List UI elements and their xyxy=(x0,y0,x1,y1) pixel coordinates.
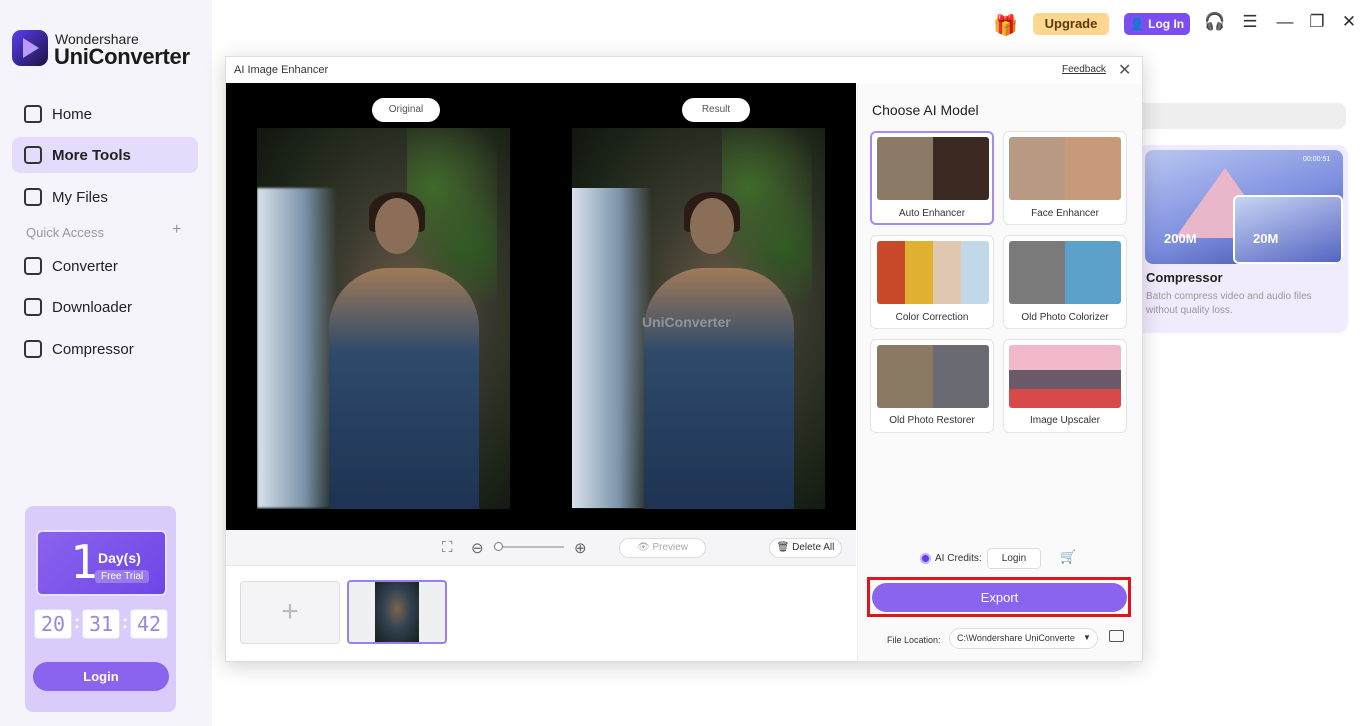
minimize-icon[interactable]: — xyxy=(1274,12,1296,32)
feedback-link[interactable]: Feedback xyxy=(1062,64,1106,75)
model-label: Old Photo Colorizer xyxy=(1021,312,1109,323)
restore-icon[interactable]: ❐ xyxy=(1306,12,1328,32)
zoom-slider[interactable] xyxy=(498,546,564,548)
eye-icon: 👁 xyxy=(636,542,650,553)
trial-seconds: 42 xyxy=(130,609,168,639)
file-location-select[interactable]: C:\Wondershare UniConverte xyxy=(949,628,1098,649)
file-icon xyxy=(24,188,42,206)
delete-all-label: Delete All xyxy=(792,542,835,553)
original-image xyxy=(257,128,510,509)
card-description: Batch compress video and audio files wit… xyxy=(1146,291,1312,316)
zoom-out-icon[interactable]: ⊖ xyxy=(471,539,484,557)
fit-screen-icon[interactable]: ⛶ xyxy=(442,539,453,556)
original-label: Original xyxy=(372,98,440,122)
viewer-toolbar xyxy=(226,530,856,566)
sidebar-item-label: Converter xyxy=(52,257,118,275)
close-window-icon[interactable]: ✕ xyxy=(1338,12,1360,32)
sidebar-item-label: Home xyxy=(52,105,93,123)
trial-minutes: 31 xyxy=(82,609,120,639)
folder-icon[interactable] xyxy=(1109,630,1124,642)
result-label: Result xyxy=(682,98,750,122)
sidebar-item-downloader[interactable]: Downloader xyxy=(12,289,198,325)
choose-model-heading: Choose AI Model xyxy=(872,102,979,118)
background-search-bar xyxy=(1140,103,1346,129)
converter-icon xyxy=(24,257,42,275)
sidebar-item-label: My Files xyxy=(52,188,108,206)
sidebar-item-my-files[interactable]: My Files xyxy=(12,179,198,215)
gift-icon[interactable]: 🎁 xyxy=(993,13,1018,38)
preview-button[interactable]: 👁 Preview xyxy=(619,538,706,558)
compressor-icon xyxy=(24,340,42,358)
model-label: Image Upscaler xyxy=(1029,415,1101,426)
model-label: Color Correction xyxy=(895,312,969,323)
model-label: Face Enhancer xyxy=(1031,208,1099,219)
auto-enhancer-thumbnail xyxy=(877,137,989,200)
card-duration: 00:00:51 xyxy=(1303,156,1331,163)
compressor-card-image xyxy=(1145,150,1343,264)
add-image-button[interactable]: + xyxy=(240,581,340,644)
old-photo-colorizer-thumbnail xyxy=(1009,241,1121,304)
time-separator: : xyxy=(122,612,128,632)
toolbox-icon xyxy=(24,146,42,164)
zoom-slider-handle[interactable] xyxy=(494,542,503,551)
trial-days-label: Day(s) xyxy=(98,550,141,566)
sidebar-item-compressor[interactable]: Compressor xyxy=(12,331,198,367)
export-button[interactable]: Export xyxy=(872,583,1127,612)
home-icon xyxy=(24,105,42,123)
file-location-label: File Location: xyxy=(887,635,941,645)
dialog-title: AI Image Enhancer xyxy=(234,64,329,76)
cart-icon[interactable]: 🛒 xyxy=(1060,549,1076,565)
sidebar-item-label: More Tools xyxy=(52,146,131,164)
sidebar-login-button[interactable]: Login xyxy=(33,662,169,691)
brand-name: UniConverter xyxy=(54,44,190,69)
model-label: Old Photo Restorer xyxy=(889,415,975,426)
model-label: Auto Enhancer xyxy=(898,208,966,219)
card-title: Compressor xyxy=(1146,270,1223,285)
trash-icon: 🗑 xyxy=(776,542,790,553)
sidebar-item-more-tools[interactable]: More Tools xyxy=(12,137,198,173)
headset-icon[interactable]: 🎧 xyxy=(1204,12,1226,32)
image-thumbnail[interactable] xyxy=(347,580,447,644)
face-enhancer-thumbnail xyxy=(1009,137,1121,200)
color-correction-thumbnail xyxy=(877,241,989,304)
sidebar-item-label: Compressor xyxy=(52,340,134,358)
card-from-size: 200M xyxy=(1164,231,1197,246)
sidebar-item-converter[interactable]: Converter xyxy=(12,248,198,284)
zoom-in-icon[interactable]: ⊕ xyxy=(574,539,587,557)
login-button-label: Log In xyxy=(1148,17,1185,31)
plus-icon: + xyxy=(281,595,299,628)
time-separator: : xyxy=(74,612,80,632)
close-icon[interactable]: ✕ xyxy=(1118,60,1131,80)
image-upscaler-thumbnail xyxy=(1009,345,1121,408)
add-quick-access-icon[interactable]: + xyxy=(172,221,181,239)
credits-login-button[interactable]: Login xyxy=(987,548,1041,569)
sidebar-item-home[interactable]: Home xyxy=(12,96,198,132)
login-button[interactable]: 👤 Log In xyxy=(1124,13,1190,35)
downloader-icon xyxy=(24,298,42,316)
sidebar-item-label: Downloader xyxy=(52,298,133,316)
chevron-down-icon[interactable]: ▼ xyxy=(1083,633,1091,642)
trial-days-count: 1 xyxy=(70,535,98,589)
uniconverter-logo-icon xyxy=(12,30,48,66)
quick-access-label: Quick Access xyxy=(26,225,105,240)
old-photo-restorer-thumbnail xyxy=(877,345,989,408)
ai-credits-icon xyxy=(920,553,931,564)
trial-hours: 20 xyxy=(34,609,72,639)
upgrade-button[interactable]: Upgrade xyxy=(1033,13,1109,35)
ai-credits-label: AI Credits: xyxy=(935,553,982,564)
free-trial-badge: Free Trial xyxy=(95,570,150,583)
preview-label: Preview xyxy=(652,542,689,553)
watermark: UniConverter xyxy=(642,314,731,330)
card-to-size: 20M xyxy=(1253,231,1279,246)
delete-all-button[interactable]: 🗑 Delete All xyxy=(769,538,842,558)
menu-icon[interactable]: ☰ xyxy=(1239,12,1261,32)
